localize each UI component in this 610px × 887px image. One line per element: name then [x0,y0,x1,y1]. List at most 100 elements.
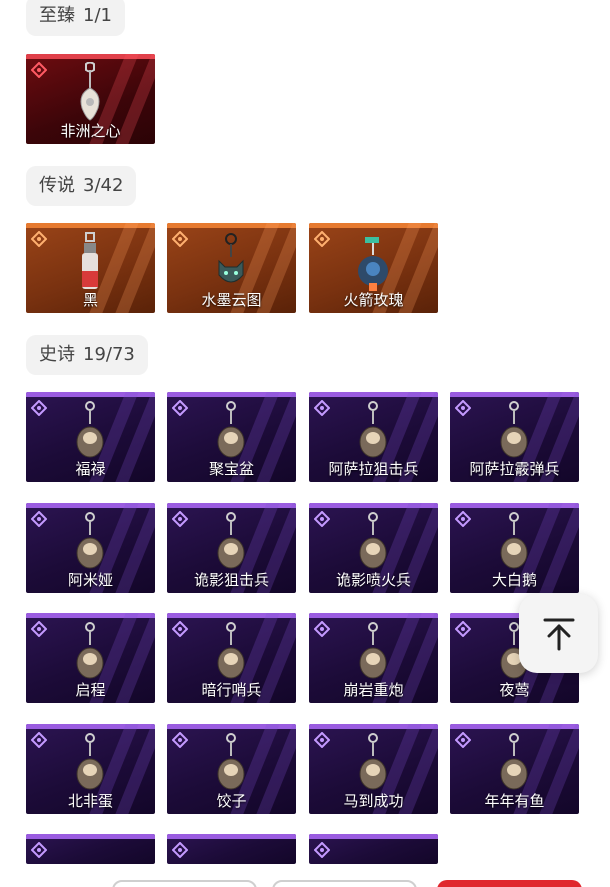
section-header-epic: 史诗 19/73 [26,335,148,375]
rarity-diamond-icon [314,842,330,858]
collection-item[interactable]: 饺子 [167,724,296,814]
collection-item[interactable]: 诡影狙击兵 [167,503,296,593]
item-name: 阿萨拉霰弹兵 [469,460,560,478]
rarity-diamond-icon [172,511,188,527]
charm-image [359,512,387,569]
bottom-button[interactable] [112,880,257,887]
collection-item[interactable]: 黑 [26,223,155,313]
collection-item[interactable]: 大白鹅 [450,503,579,593]
section-title: 传说 [39,175,75,196]
charm-image [76,622,104,679]
collection-item[interactable]: 崩岩重炮 [309,613,438,703]
bottom-primary-button[interactable] [437,880,582,887]
charm-image [76,401,104,458]
section-title: 至臻 [39,5,75,26]
rarity-diamond-icon [172,732,188,748]
item-name: 马到成功 [343,792,404,810]
rarity-diamond-icon [31,511,47,527]
rarity-diamond-icon [31,732,47,748]
section-count: 19/73 [83,344,135,365]
section-header-rare: 至臻 1/1 [26,0,125,36]
collection-item[interactable]: 马到成功 [309,724,438,814]
section-title: 史诗 [39,344,75,365]
rarity-diamond-icon [31,62,47,78]
rarity-diamond-icon [314,511,330,527]
scroll-to-top-button[interactable] [519,594,598,673]
rarity-diamond-icon [314,732,330,748]
collection-item[interactable] [309,834,438,864]
charm-image [359,622,387,679]
charm-image [76,512,104,569]
rarity-diamond-icon [455,511,471,527]
charm-image [500,401,528,458]
item-name: 福禄 [75,460,106,478]
collection-item[interactable]: 年年有鱼 [450,724,579,814]
charm-image [218,233,244,283]
item-name: 饺子 [216,792,247,810]
rarity-diamond-icon [172,231,188,247]
charm-image [217,512,245,569]
rarity-diamond-icon [172,621,188,637]
collection-item[interactable]: 非洲之心 [26,54,155,144]
rarity-bar [167,834,296,839]
collection-item[interactable]: 福禄 [26,392,155,482]
rarity-diamond-icon [31,400,47,416]
charm-image [500,733,528,790]
collection-item[interactable]: 聚宝盆 [167,392,296,482]
charm-image [359,401,387,458]
item-name: 黑 [82,291,98,309]
rarity-diamond-icon [314,400,330,416]
rarity-diamond-icon [455,732,471,748]
collection-item[interactable] [26,834,155,864]
section-count: 1/1 [83,5,112,26]
charm-image [76,733,104,790]
item-name: 年年有鱼 [484,792,545,810]
charm-image [217,622,245,679]
rarity-diamond-icon [31,842,47,858]
rarity-diamond-icon [455,400,471,416]
item-name: 水墨云图 [201,291,262,309]
arrow-up-to-top-icon [543,618,575,651]
item-name: 暗行哨兵 [201,681,262,699]
item-name: 火箭玫瑰 [343,291,404,309]
item-name: 大白鹅 [491,571,537,589]
rarity-diamond-icon [172,400,188,416]
collection-item[interactable]: 火箭玫瑰 [309,223,438,313]
collection-item[interactable]: 阿萨拉霰弹兵 [450,392,579,482]
rarity-diamond-icon [455,621,471,637]
charm-image [217,401,245,458]
item-name: 非洲之心 [60,122,121,140]
charm-image [500,512,528,569]
item-name: 启程 [75,681,106,699]
item-name: 聚宝盆 [208,460,254,478]
item-name: 夜莺 [499,681,530,699]
collection-item[interactable]: 北非蛋 [26,724,155,814]
rarity-diamond-icon [31,621,47,637]
collection-item[interactable]: 诡影喷火兵 [309,503,438,593]
rarity-bar [309,834,438,839]
item-name: 崩岩重炮 [343,681,404,699]
charm-image [358,237,388,291]
item-name: 诡影喷火兵 [335,571,411,589]
rarity-bar [26,834,155,839]
rarity-diamond-icon [172,842,188,858]
collection-item[interactable]: 阿米娅 [26,503,155,593]
collection-item[interactable]: 水墨云图 [167,223,296,313]
charm-image [359,733,387,790]
charm-image [80,62,100,121]
charm-image [217,733,245,790]
item-name: 北非蛋 [67,792,113,810]
collection-item[interactable]: 阿萨拉狙击兵 [309,392,438,482]
section-count: 3/42 [83,175,124,196]
item-name: 诡影狙击兵 [193,571,269,589]
rarity-diamond-icon [314,231,330,247]
charm-image [82,232,98,289]
collection-item[interactable]: 启程 [26,613,155,703]
collection-item[interactable]: 暗行哨兵 [167,613,296,703]
bottom-button[interactable] [272,880,417,887]
item-name: 阿米娅 [67,571,113,589]
item-name: 阿萨拉狙击兵 [328,460,419,478]
section-header-legend: 传说 3/42 [26,166,137,206]
rarity-diamond-icon [314,621,330,637]
collection-item[interactable] [167,834,296,864]
